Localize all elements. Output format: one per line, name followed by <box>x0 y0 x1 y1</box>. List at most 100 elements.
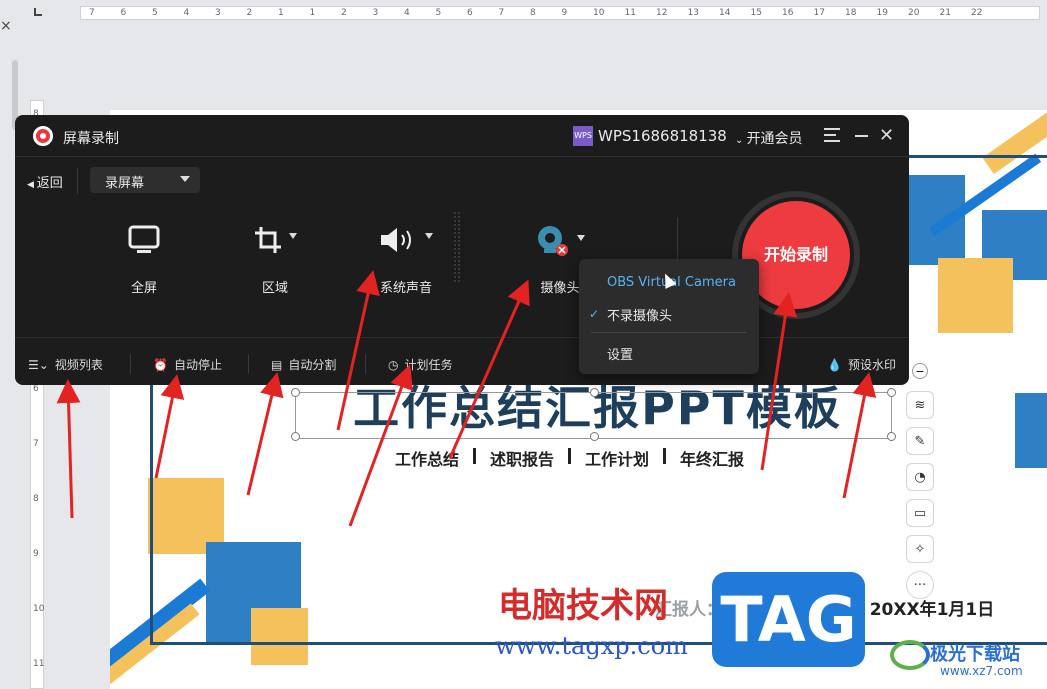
brand-logo-icon <box>890 640 930 670</box>
user-name[interactable]: WPS1686818138 <box>598 127 727 145</box>
divider <box>248 354 249 374</box>
tool-label: 区域 <box>261 281 288 296</box>
watermark-brand-url: www.xz7.com <box>940 664 1023 678</box>
resize-handle[interactable] <box>887 432 896 441</box>
ruler-tick-label: 16 <box>782 8 794 18</box>
resize-handle[interactable] <box>887 388 896 397</box>
auto-stop-button[interactable]: ⏰ 自动停止 <box>153 356 222 373</box>
screen-recorder-window: 屏幕录制 WPS WPS1686818138 ⌄ 开通会员 ✕ ◀ 返回 录屏幕… <box>15 115 909 385</box>
ruler-tick-label: 18 <box>845 8 857 18</box>
watermark-site-name: 电脑技术网 <box>498 586 668 626</box>
back-label: 返回 <box>36 176 63 191</box>
chevron-down-icon: ⌄ <box>735 135 747 146</box>
subtitle-item: 述职报告 <box>490 450 555 469</box>
ruler-tick-label: 14 <box>719 8 731 18</box>
vip-button[interactable]: ⌄ 开通会员 <box>735 128 803 148</box>
tool-label: 全屏 <box>130 281 157 296</box>
ruler-tick-label: 1 <box>309 8 316 18</box>
collapse-icon[interactable]: − <box>912 363 928 379</box>
minimize-icon[interactable] <box>855 135 868 137</box>
auto-split-button[interactable]: ▤ 自动分割 <box>271 356 336 373</box>
divider <box>365 354 366 374</box>
region-tool[interactable]: 区域 <box>220 225 330 296</box>
divider <box>453 211 461 283</box>
subtitle-item: 工作计划 <box>585 450 650 469</box>
schedule-button[interactable]: ◷ 计划任务 <box>388 356 453 373</box>
camera-settings-item[interactable]: 设置 <box>607 344 633 363</box>
caret-down-icon[interactable] <box>425 233 433 239</box>
ruler-tick-label: 3 <box>372 8 379 18</box>
slide-subtitle[interactable]: 工作总结 述职报告 工作计划 年终汇报 <box>395 446 744 470</box>
subtitle-item: 工作总结 <box>395 450 460 469</box>
clock-icon: ◷ <box>388 357 399 372</box>
back-button[interactable]: ◀ 返回 <box>27 172 63 191</box>
ruler-tick-label: 5 <box>435 8 442 18</box>
horizontal-ruler[interactable]: 7 6 5 4 3 2 1 1 2 3 4 5 6 7 8 9 10 11 12 13 14 15 16 17 18 19 20 21… <box>80 6 1040 20</box>
fullscreen-tool[interactable]: 全屏 <box>89 225 199 296</box>
webcam-icon <box>535 225 571 263</box>
ruler-tick-label: 10 <box>33 604 45 614</box>
menu-divider <box>591 332 747 333</box>
ruler-corner-icon <box>34 8 42 16</box>
user-avatar[interactable]: WPS <box>573 126 593 146</box>
ruler-tick-label: 4 <box>183 8 190 18</box>
layers-icon[interactable]: ≋ <box>906 391 934 419</box>
ruler-tick-label: 8 <box>33 494 39 504</box>
check-icon: ✓ <box>589 307 600 321</box>
ruler-tick-label: 7 <box>33 439 39 449</box>
ruler-tick-label: 12 <box>656 8 668 18</box>
brush-icon[interactable]: ✎ <box>906 427 934 455</box>
ruler-tick-label: 10 <box>593 8 605 18</box>
camera-option-none[interactable]: 不录摄像头 <box>607 305 672 324</box>
caret-down-icon[interactable] <box>289 233 297 239</box>
record-mode-select[interactable]: 录屏幕 <box>90 167 200 193</box>
resize-handle[interactable] <box>590 432 599 441</box>
video-list-button[interactable]: ☰⌄ 视频列表 <box>28 356 103 373</box>
more-button[interactable]: ··· <box>906 571 934 599</box>
video-list-label: 视频列表 <box>54 358 103 372</box>
ruler-tick-label: 21 <box>939 8 951 18</box>
subtitle-separator <box>663 448 667 464</box>
auto-stop-label: 自动停止 <box>173 358 222 372</box>
annotation-arrow <box>56 379 81 519</box>
alarm-clock-icon: ⏰ <box>153 357 168 372</box>
ruler-tick-label: 9 <box>33 549 39 559</box>
ruler-tick-label: 15 <box>750 8 762 18</box>
subtitle-item: 年终汇报 <box>680 450 745 469</box>
pane-close-icon[interactable]: × <box>0 18 12 34</box>
ruler-tick-label: 6 <box>120 8 127 18</box>
resize-handle[interactable] <box>291 388 300 397</box>
recorder-bottombar: ☰⌄ 视频列表 ⏰ 自动停止 ▤ 自动分割 ◷ 计划任务 💧 预设水印 <box>15 337 909 385</box>
watermark-button[interactable]: 💧 预设水印 <box>827 356 896 373</box>
vip-label: 开通会员 <box>746 131 803 147</box>
ruler-tick-label: 7 <box>89 8 95 18</box>
ruler-tick-label: 4 <box>404 8 410 18</box>
menu-icon[interactable] <box>824 128 840 142</box>
resize-handle[interactable] <box>291 432 300 441</box>
ruler-tick-label: 8 <box>530 8 536 18</box>
ruler-tick-label: 17 <box>813 8 825 18</box>
droplet-icon: 💧 <box>827 357 842 372</box>
resize-handle[interactable] <box>590 388 599 397</box>
screen-icon[interactable]: ▭ <box>906 499 934 527</box>
caret-down-icon[interactable] <box>577 235 585 241</box>
subtitle-separator <box>568 448 572 464</box>
ruler-tick-label: 20 <box>908 8 920 18</box>
ruler-tick-label: 19 <box>876 8 888 18</box>
list-icon: ☰⌄ <box>28 357 49 372</box>
crop-icon <box>253 225 283 263</box>
floating-toolbar: − ≋ ✎ ◔ ▭ ✧ ··· <box>906 363 936 607</box>
ruler-tick-label: 5 <box>152 8 158 18</box>
system-sound-tool[interactable]: 系统声音 <box>351 225 461 296</box>
monitor-icon <box>128 225 160 263</box>
subtitle-separator <box>473 448 477 464</box>
close-icon[interactable]: ✕ <box>879 125 894 146</box>
watermark-label: 预设水印 <box>847 358 896 372</box>
ruler-tick-label: 9 <box>561 8 568 18</box>
tool-label: 系统声音 <box>379 281 432 296</box>
magic-icon[interactable]: ✧ <box>906 535 934 563</box>
timer-icon[interactable]: ◔ <box>906 463 934 491</box>
ruler-tick-label: 7 <box>498 8 505 18</box>
recorder-titlebar[interactable]: 屏幕录制 WPS WPS1686818138 ⌄ 开通会员 ✕ <box>15 115 909 157</box>
caret-down-icon <box>180 176 190 182</box>
